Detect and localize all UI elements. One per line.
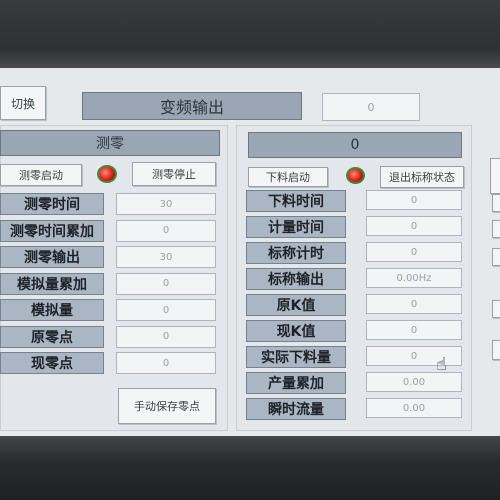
feed-row-label: 瞬时流量 xyxy=(246,398,346,420)
feed-row-label: 标称计时 xyxy=(246,242,346,264)
zero-row-value: 30 xyxy=(116,246,216,268)
feed-row-label: 产量累加 xyxy=(246,372,346,394)
feed-row-value: 0 xyxy=(366,346,462,366)
vfd-output-value: 0 xyxy=(322,93,420,121)
feed-row-value: 0.00 xyxy=(366,372,462,392)
zero-row-label: 测零时间累加 xyxy=(0,219,104,242)
feed-row-value: 0 xyxy=(366,320,462,340)
side-button-1[interactable] xyxy=(490,158,500,194)
vfd-output-title: 变频输出 xyxy=(82,92,302,120)
feed-row-value: 0.00 xyxy=(366,398,462,418)
monitor-bezel-top xyxy=(0,0,500,68)
zero-test-status-lamp xyxy=(97,165,117,183)
manual-save-zero-button[interactable]: 手动保存零点 xyxy=(118,388,216,424)
zero-row-label: 测零时间 xyxy=(0,193,104,215)
zero-row-value: 0 xyxy=(116,299,216,321)
zero-row-label: 原零点 xyxy=(0,325,104,348)
feed-row-label: 实际下料量 xyxy=(246,346,346,368)
switch-button[interactable]: 切换 xyxy=(0,86,46,120)
side-button-3[interactable] xyxy=(492,220,500,238)
feed-status-lamp xyxy=(346,167,365,184)
zero-row-label: 现零点 xyxy=(0,352,104,374)
feed-row-value: 0 xyxy=(366,242,462,262)
zero-test-title: 测零 xyxy=(0,130,220,156)
side-button-5[interactable] xyxy=(492,300,500,318)
feed-row-value: 0 xyxy=(366,294,462,314)
zero-row-value: 0 xyxy=(116,272,216,295)
hand-cursor-icon: ☝ xyxy=(436,354,447,375)
side-button-4[interactable] xyxy=(492,248,500,266)
side-button-6[interactable] xyxy=(492,340,500,360)
zero-row-label: 模拟量 xyxy=(0,299,104,321)
zero-row-value: 30 xyxy=(116,193,216,215)
exit-calibration-button[interactable]: 退出标称状态 xyxy=(380,166,464,188)
feed-start-button[interactable]: 下料启动 xyxy=(248,167,328,187)
feed-row-label: 下料时间 xyxy=(246,190,346,212)
feed-panel-title: 0 xyxy=(248,132,462,158)
zero-row-label: 测零输出 xyxy=(0,246,104,268)
monitor-bezel-bottom xyxy=(0,436,500,500)
zero-row-value: 0 xyxy=(116,352,216,374)
zero-row-value: 0 xyxy=(116,325,216,348)
feed-row-value: 0.00Hz xyxy=(366,268,462,288)
feed-row-label: 现K值 xyxy=(246,320,346,342)
feed-row-label: 标称输出 xyxy=(246,268,346,290)
feed-row-label: 计量时间 xyxy=(246,216,346,238)
feed-row-value: 0 xyxy=(366,190,462,210)
feed-row-value: 0 xyxy=(366,216,462,236)
zero-row-label: 模拟量累加 xyxy=(0,272,104,295)
zero-test-start-button[interactable]: 测零启动 xyxy=(0,164,82,186)
feed-row-label: 原K值 xyxy=(246,294,346,316)
side-button-2[interactable] xyxy=(492,194,500,212)
zero-row-value: 0 xyxy=(116,219,216,242)
zero-test-stop-button[interactable]: 测零停止 xyxy=(132,162,216,186)
